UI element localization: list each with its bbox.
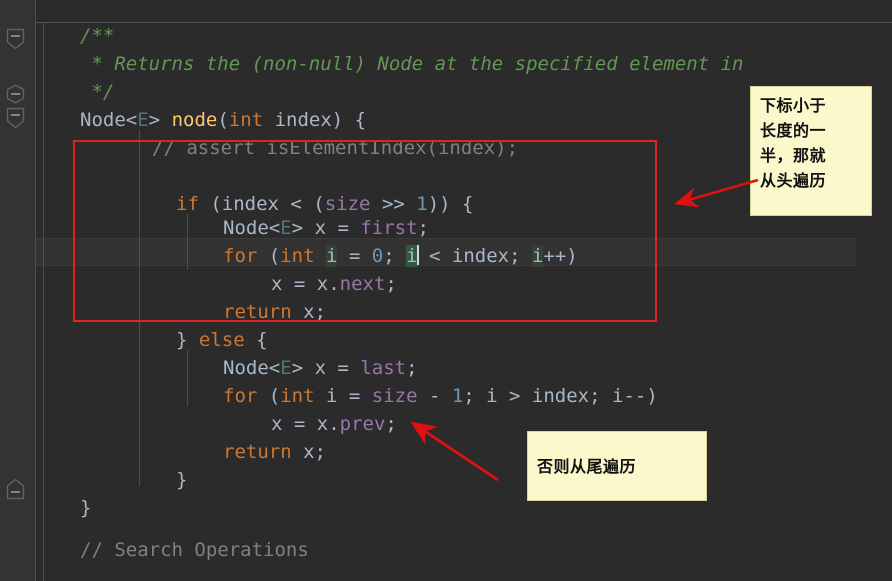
- token-paren-open: (: [217, 109, 229, 131]
- note-line: 下标小于: [760, 96, 827, 115]
- code-line-close-else[interactable]: }: [176, 466, 187, 494]
- token-kw-for: for: [223, 385, 258, 407]
- code-editor[interactable]: /** * Returns the (non-null) Node at the…: [0, 0, 892, 581]
- code-line-doc-body[interactable]: * Returns the (non-null) Node at the spe…: [80, 50, 743, 78]
- token-num-one: 1: [451, 385, 464, 407]
- token-assign-x: x =: [303, 357, 361, 379]
- code-line-close-method[interactable]: }: [80, 494, 91, 522]
- token-generic-close: >: [291, 357, 304, 379]
- token-generic-param: E: [137, 109, 149, 131]
- token-brace-open: {: [244, 329, 268, 351]
- gutter-divider: [35, 0, 36, 581]
- token-generic-open: <: [125, 109, 138, 131]
- token-method-name: node: [171, 109, 218, 131]
- token-semicolon: ;: [406, 357, 418, 379]
- fold-marker-class-end-icon[interactable]: [6, 478, 25, 500]
- code-line-doc-open[interactable]: /**: [80, 22, 114, 50]
- code-line-for-backward[interactable]: for (int i = size - 1; i > index; i--): [223, 382, 658, 410]
- token-kw-return: return: [223, 441, 292, 463]
- fold-marker-method-icon[interactable]: [6, 84, 25, 104]
- token-kw-int: int: [280, 385, 315, 407]
- red-highlight-box: [73, 140, 657, 322]
- code-line-else[interactable]: } else {: [176, 326, 268, 354]
- note-line: 否则从尾遍历: [537, 456, 637, 476]
- token-field-last: last: [360, 357, 407, 379]
- code-line-doc-close[interactable]: */: [80, 78, 114, 106]
- token-init: i =: [314, 385, 372, 407]
- token-doc-body: * Returns the (non-null) Node at the spe…: [80, 53, 744, 75]
- token-generic-close: >: [148, 109, 161, 131]
- token-kw-else: else: [198, 329, 245, 351]
- token-kw-int: int: [228, 109, 264, 131]
- token-generic-param: E: [280, 357, 292, 379]
- token-type-node: Node: [80, 109, 126, 131]
- token-doc-open: /**: [80, 25, 115, 47]
- token-search-comment: // Search Operations: [80, 539, 309, 561]
- indent-guide: [187, 350, 188, 406]
- fold-marker-body-icon[interactable]: [6, 107, 25, 129]
- token-semicolon: ;: [385, 413, 397, 435]
- token-param-index: index) {: [263, 109, 367, 131]
- note-line: 长度的一: [760, 121, 827, 140]
- code-line-search-comment[interactable]: // Search Operations: [80, 536, 309, 564]
- token-field-prev: prev: [339, 413, 386, 435]
- token-type-node: Node: [223, 357, 269, 379]
- token-brace-close: }: [176, 469, 188, 491]
- code-line-return-x-last[interactable]: return x;: [223, 438, 326, 466]
- note-line: 从头遍历: [760, 171, 827, 190]
- fold-marker-javadoc-icon[interactable]: [6, 28, 25, 50]
- indent-guide: [43, 22, 44, 581]
- token-doc-close: */: [80, 81, 115, 103]
- code-line-x-prev[interactable]: x = x.prev;: [271, 410, 397, 438]
- token-generic-open: <: [268, 357, 281, 379]
- note-tail-traversal: 否则从尾遍历: [527, 431, 707, 501]
- token-paren: (: [257, 385, 281, 407]
- token-assign: x = x.: [271, 413, 340, 435]
- token-brace-close: }: [80, 497, 92, 519]
- token-minus: -: [417, 385, 452, 407]
- section-separator: [36, 22, 892, 23]
- code-line-method-signature[interactable]: Node<E> node(int index) {: [80, 106, 366, 134]
- token-brace-close: }: [176, 329, 199, 351]
- token-cond: ; i > index; i--): [463, 385, 658, 407]
- note-head-traversal: 下标小于 长度的一 半，那就 从头遍历: [750, 86, 872, 216]
- code-line-node-last[interactable]: Node<E> x = last;: [223, 354, 418, 382]
- token-field-size: size: [371, 385, 418, 407]
- token-return-value: x;: [291, 441, 326, 463]
- note-line: 半，那就: [760, 146, 827, 165]
